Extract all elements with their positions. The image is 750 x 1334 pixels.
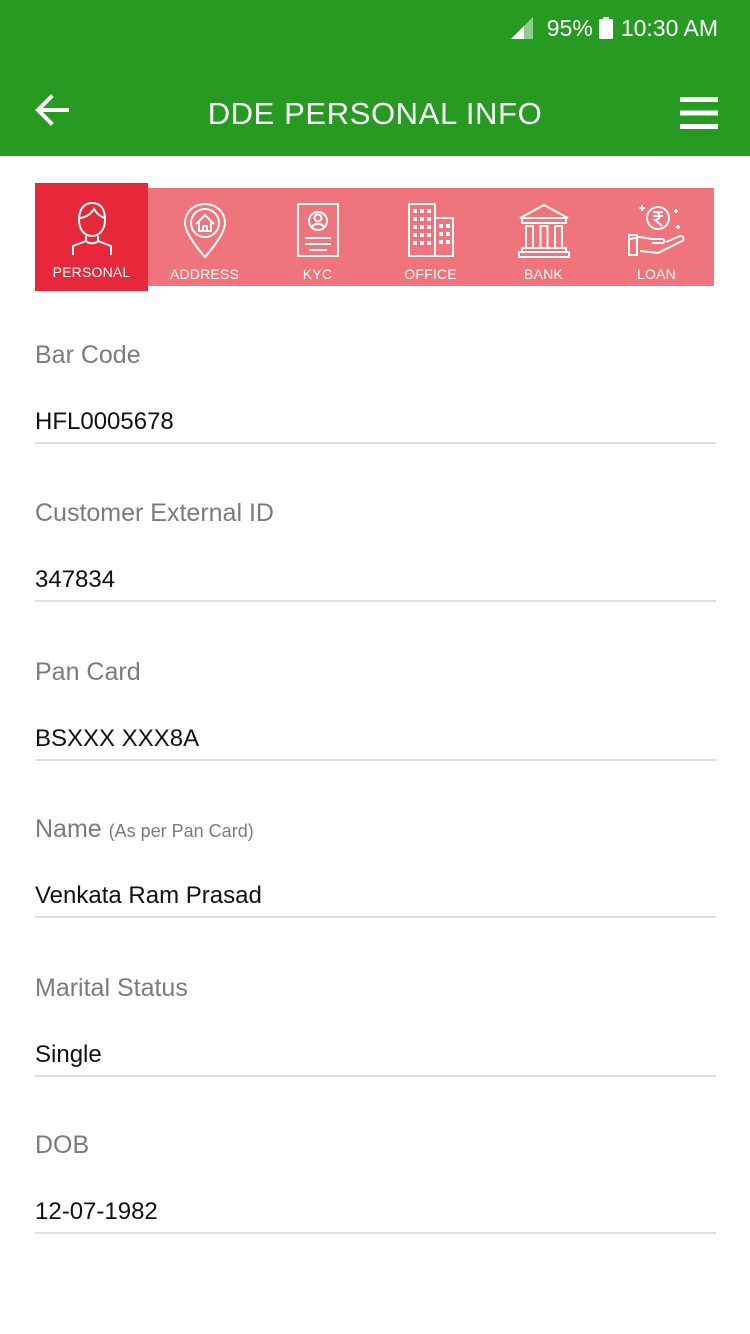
dob-field: DOB 12-07-1982 bbox=[35, 1128, 716, 1234]
bar-code-label: Bar Code bbox=[35, 341, 141, 369]
bar-code-input[interactable]: HFL0005678 bbox=[35, 408, 716, 444]
tab-label: ADDRESS bbox=[169, 266, 240, 282]
marital-status-input[interactable]: Single bbox=[35, 1041, 716, 1077]
name-label-row: Name (As per Pan Card) bbox=[35, 812, 716, 846]
name-label: Name bbox=[35, 815, 102, 843]
tab-address[interactable]: ADDRESS bbox=[148, 188, 261, 286]
tab-bank[interactable]: BANK bbox=[487, 188, 600, 286]
battery-icon bbox=[598, 17, 613, 39]
tab-label: PERSONAL bbox=[52, 264, 131, 280]
marital-status-label: Marital Status bbox=[35, 974, 188, 1002]
person-icon bbox=[71, 201, 112, 255]
tab-office[interactable]: OFFICE bbox=[374, 188, 487, 286]
dob-label: DOB bbox=[35, 1131, 90, 1159]
name-sublabel: (As per Pan Card) bbox=[108, 821, 254, 841]
tab-label: LOAN bbox=[637, 266, 676, 282]
page-title: DDE PERSONAL INFO bbox=[207, 96, 543, 131]
pan-card-field: Pan Card BSXXX XXX8A bbox=[35, 655, 716, 761]
customer-external-id-input[interactable]: 347834 bbox=[35, 566, 716, 602]
pan-card-label: Pan Card bbox=[35, 658, 141, 686]
name-field: Name (As per Pan Card) Venkata Ram Prasa… bbox=[35, 812, 716, 918]
pan-card-input[interactable]: BSXXX XXX8A bbox=[35, 725, 716, 761]
hamburger-menu-icon[interactable] bbox=[680, 96, 718, 130]
name-input[interactable]: Venkata Ram Prasad bbox=[35, 882, 716, 918]
tab-label: KYC bbox=[302, 266, 333, 282]
section-tabs: PERSONAL ADDRESS KYC OFFICE BANK LOAN bbox=[35, 183, 714, 291]
dob-input[interactable]: 12-07-1982 bbox=[35, 1198, 716, 1234]
bar-code-field: Bar Code HFL0005678 bbox=[35, 338, 716, 444]
office-building-icon bbox=[407, 203, 454, 257]
bank-icon bbox=[517, 203, 570, 258]
clock: 10:30 AM bbox=[620, 14, 718, 41]
tab-personal[interactable]: PERSONAL bbox=[35, 183, 148, 291]
tab-label: OFFICE bbox=[404, 266, 457, 282]
signal-icon bbox=[510, 17, 533, 39]
id-card-icon bbox=[296, 203, 339, 257]
marital-status-field: Marital Status Single bbox=[35, 971, 716, 1077]
tab-label: BANK bbox=[524, 266, 563, 282]
tab-kyc[interactable]: KYC bbox=[261, 188, 374, 286]
rupee-hand-icon bbox=[627, 205, 684, 256]
app-bar: 95% 10:30 AM DDE PERSONAL INFO bbox=[0, 0, 750, 156]
customer-external-id-field: Customer External ID 347834 bbox=[35, 496, 716, 602]
customer-external-id-label: Customer External ID bbox=[35, 499, 274, 527]
status-bar: 95% 10:30 AM bbox=[510, 14, 718, 42]
tab-loan[interactable]: LOAN bbox=[600, 188, 713, 286]
location-pin-icon bbox=[183, 202, 226, 259]
battery-percent: 95% bbox=[546, 14, 593, 41]
